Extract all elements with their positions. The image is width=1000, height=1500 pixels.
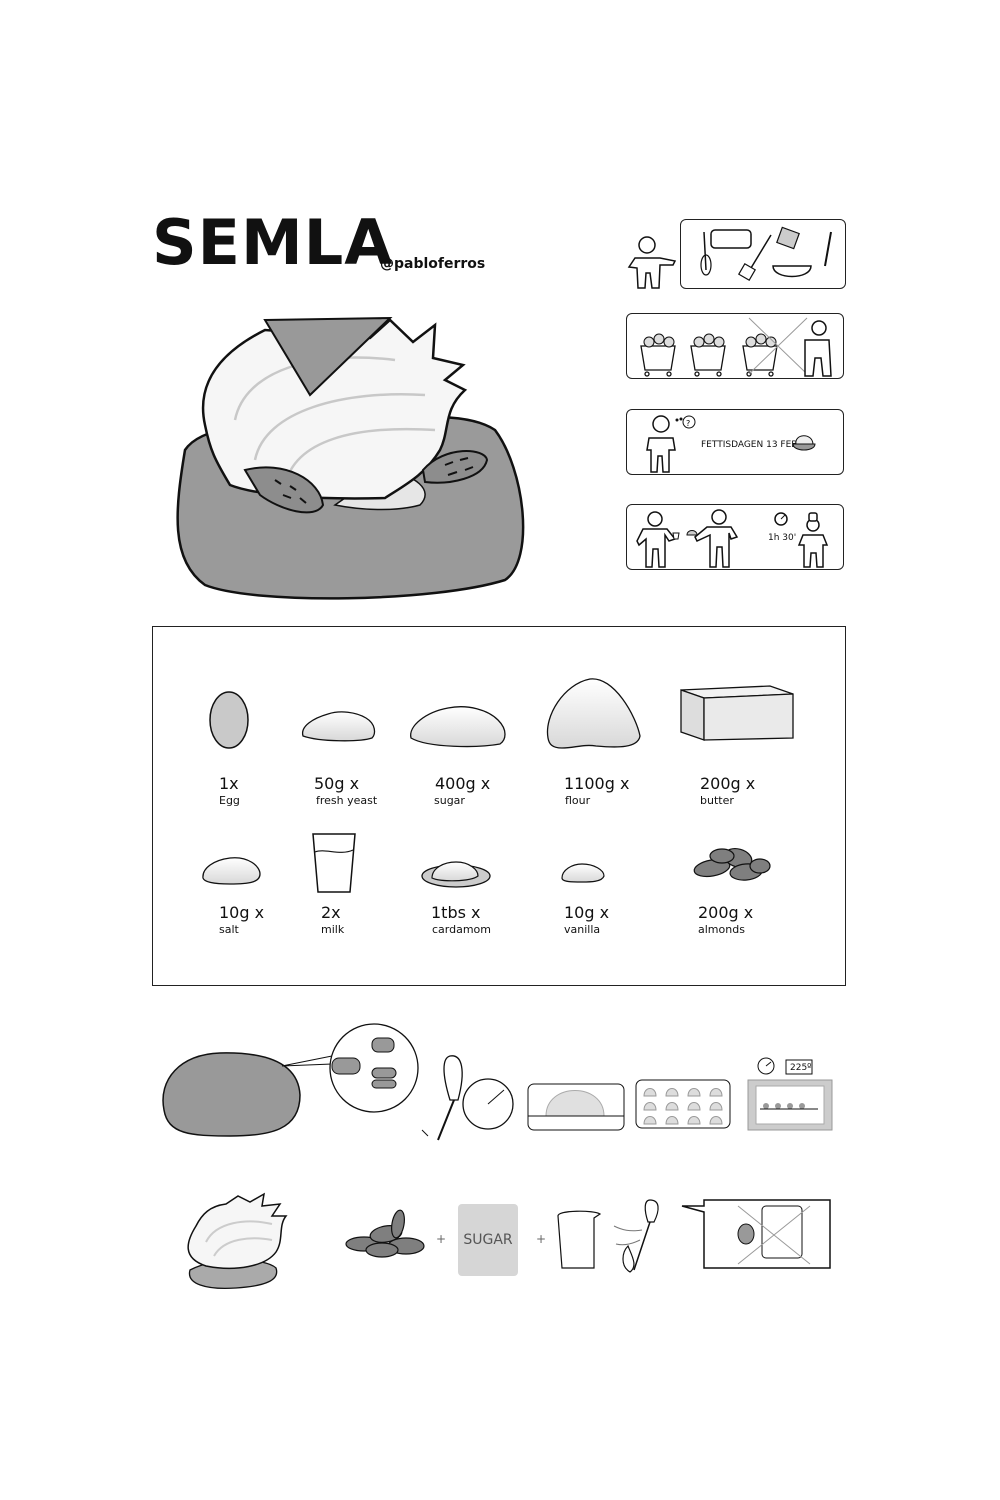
author-handle: @pabloferros [380, 256, 486, 272]
ingredient-name: sugar [434, 794, 465, 807]
ingredient-name: Egg [219, 794, 240, 807]
ingredient-name: cardamom [432, 923, 492, 936]
milk-glass-icon [312, 833, 356, 893]
ingredient-qty: 50g x [314, 774, 360, 793]
no-microwave-icon [681, 1199, 831, 1269]
sugar-box: SUGAR [458, 1204, 518, 1276]
ingredient-qty: 2x [321, 903, 341, 922]
ingredient-name: fresh yeast [316, 794, 378, 807]
almonds-icon [693, 847, 771, 881]
baking-tray-buns-icon [635, 1079, 731, 1129]
ingredient-qty: 10g x [564, 903, 610, 922]
kitchen-tools-icon [700, 226, 832, 282]
egg-icon [209, 691, 249, 749]
person-pointing-icon [627, 236, 677, 289]
ingredient-qty: 1100g x [564, 774, 630, 793]
zoom-callout-icon [281, 1023, 419, 1113]
people-sharing-icon [636, 509, 829, 568]
butter-block-icon [680, 685, 794, 741]
ingredient-name: milk [321, 923, 345, 936]
ingredient-name: vanilla [564, 923, 601, 936]
sugar-pile-icon [410, 706, 506, 748]
page-title: SEMLA [152, 206, 394, 279]
plus-sign: + [536, 1232, 547, 1246]
cardamom-plate-icon [421, 861, 491, 888]
ingredient-qty: 1x [219, 774, 239, 793]
step-panel-baking: 1h 30' [626, 504, 844, 570]
vanilla-pile-icon [561, 863, 605, 883]
whisk-mixing-icon [613, 1199, 659, 1273]
ingredient-name: flour [565, 794, 591, 807]
timer-icon [462, 1078, 514, 1130]
yeast-icon [301, 711, 376, 742]
plus-sign: + [436, 1232, 447, 1246]
oven-temp: 225º [790, 1063, 812, 1073]
rising-dough-bowl-icon [527, 1083, 625, 1131]
time-label: 1h 30' [768, 533, 797, 543]
almonds-icon [345, 1209, 425, 1258]
cream-topping-icon [187, 1192, 288, 1290]
step-panel-shopping [626, 313, 844, 379]
ingredient-qty: 10g x [219, 903, 265, 922]
svg-text:?: ? [686, 419, 690, 428]
semla-small-icon [792, 435, 816, 451]
ingredient-name: butter [700, 794, 734, 807]
semla-illustration [176, 316, 525, 600]
flour-pile-icon [546, 678, 641, 749]
shopping-carts-icon [640, 317, 832, 377]
ingredient-qty: 200g x [698, 903, 754, 922]
ingredient-qty: 400g x [435, 774, 491, 793]
step-panel-date: ? FETTISDAGEN 13 FEB [626, 409, 844, 475]
ingredient-qty: 1tbs x [431, 903, 481, 922]
ingredient-name: salt [219, 923, 239, 936]
ingredient-qty: 200g x [700, 774, 756, 793]
measuring-cup-icon [557, 1210, 602, 1269]
ingredient-name: almonds [698, 923, 745, 936]
salt-pile-icon [202, 857, 261, 885]
step-panel-tools [680, 219, 846, 289]
date-label: FETTISDAGEN 13 FEB [701, 440, 798, 450]
